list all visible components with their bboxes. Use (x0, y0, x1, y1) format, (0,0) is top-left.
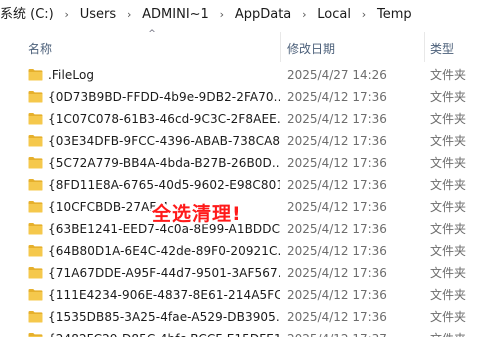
file-type: 文件夹 (430, 222, 467, 236)
folder-icon (28, 266, 43, 279)
folder-icon (28, 156, 43, 169)
file-row[interactable]: {5C72A779-BB4A-4bda-B27B-26B0D... 2025/4/… (0, 152, 486, 174)
column-header-name[interactable]: 名称 (28, 40, 280, 62)
chevron-right-icon[interactable]: › (60, 0, 74, 30)
file-name: {03E34DFB-9FCC-4396-ABAB-738CA8... (48, 134, 280, 148)
file-name: {64B80D1A-6E4C-42de-89F0-20921C... (48, 244, 280, 258)
column-header-modified[interactable]: 修改日期 (287, 40, 423, 62)
file-row[interactable]: {8FD11E8A-6765-40d5-9602-E98C801... 2025/… (0, 174, 486, 196)
file-type: 文件夹 (430, 178, 467, 192)
file-row[interactable]: {111E4234-906E-4837-8E61-214A5FC... 2025/… (0, 284, 486, 306)
file-modified-date: 2025/4/27 14:26 (287, 68, 387, 82)
column-header-bar: ^ 名称 修改日期 类型 (0, 30, 486, 62)
folder-icon (28, 244, 43, 257)
file-name: {2482FC29-D85C-4bfc-BCCF-E15DFE1... (48, 328, 280, 337)
file-row[interactable]: .FileLog 2025/4/27 14:26 文件夹 (0, 64, 486, 86)
annotation-overlay-text: 全选清理! (152, 203, 242, 225)
breadcrumb-item-users[interactable]: Users (74, 0, 122, 30)
file-type: 文件夹 (430, 68, 467, 82)
file-row[interactable]: {03E34DFB-9FCC-4396-ABAB-738CA8... 2025/4… (0, 130, 486, 152)
file-list: .FileLog 2025/4/27 14:26 文件夹 {0D73B9BD-FFDD… (0, 64, 486, 337)
file-row[interactable]: {63BE1241-EED7-4c0a-8E99-A1BDDC... 2025/4… (0, 218, 486, 240)
file-type: 文件夹 (430, 244, 467, 258)
file-row[interactable]: {2482FC29-D85C-4bfc-BCCF-E15DFE1... 2025/… (0, 328, 486, 337)
file-name: {0D73B9BD-FFDD-4b9e-9DB2-2FA70... (48, 90, 280, 104)
file-row[interactable]: {64B80D1A-6E4C-42de-89F0-20921C... 2025/4… (0, 240, 486, 262)
chevron-right-icon[interactable]: › (122, 0, 136, 30)
column-divider[interactable] (424, 32, 425, 62)
column-header-type[interactable]: 类型 (430, 40, 486, 62)
file-row[interactable]: {10CFCBDB-27AF-4... 2025/4/12 17:36 文件夹 (0, 196, 486, 218)
file-modified-date: 2025/4/12 17:36 (287, 156, 387, 170)
file-type: 文件夹 (430, 134, 467, 148)
breadcrumb: 系统 (C:) › Users › ADMINI~1 › AppData › L… (0, 0, 486, 31)
file-type: 文件夹 (430, 328, 486, 337)
file-row[interactable]: {1535DB85-3A25-4fae-A529-DB3905... 2025/4… (0, 306, 486, 328)
breadcrumb-item-temp[interactable]: Temp (371, 0, 418, 30)
file-type: 文件夹 (430, 200, 467, 214)
file-type: 文件夹 (430, 156, 467, 170)
folder-icon (28, 332, 43, 337)
file-row[interactable]: {0D73B9BD-FFDD-4b9e-9DB2-2FA70... 2025/4/… (0, 86, 486, 108)
breadcrumb-item-appdata[interactable]: AppData (229, 0, 297, 30)
breadcrumb-item-admini[interactable]: ADMINI~1 (136, 0, 215, 30)
file-modified-date: 2025/4/12 17:37 (287, 328, 425, 337)
folder-icon (28, 310, 43, 323)
file-modified-date: 2025/4/12 17:36 (287, 310, 387, 324)
file-type: 文件夹 (430, 266, 467, 280)
file-name: {111E4234-906E-4837-8E61-214A5FC... (48, 288, 280, 302)
file-row[interactable]: {1C07C078-61B3-46cd-9C3C-2F8AEE... 2025/4… (0, 108, 486, 130)
file-modified-date: 2025/4/12 17:36 (287, 178, 387, 192)
file-type: 文件夹 (430, 310, 467, 324)
folder-icon (28, 178, 43, 191)
file-name: {8FD11E8A-6765-40d5-9602-E98C801... (48, 178, 280, 192)
sort-ascending-icon: ^ (148, 29, 156, 39)
folder-icon (28, 112, 43, 125)
folder-icon (28, 134, 43, 147)
file-row[interactable]: {71A67DDE-A95F-44d7-9501-3AF567... 2025/4… (0, 262, 486, 284)
file-name: {5C72A779-BB4A-4bda-B27B-26B0D... (48, 156, 280, 170)
chevron-right-icon[interactable]: › (297, 0, 311, 30)
file-modified-date: 2025/4/12 17:36 (287, 134, 387, 148)
chevron-right-icon[interactable]: › (215, 0, 229, 30)
file-name: {1535DB85-3A25-4fae-A529-DB3905... (48, 310, 280, 324)
folder-icon (28, 200, 43, 213)
file-modified-date: 2025/4/12 17:36 (287, 112, 387, 126)
file-modified-date: 2025/4/12 17:36 (287, 200, 387, 214)
folder-icon (28, 222, 43, 235)
file-name: .FileLog (48, 68, 95, 82)
file-explorer-window: 系统 (C:) › Users › ADMINI~1 › AppData › L… (0, 0, 486, 337)
folder-icon (28, 288, 43, 301)
file-type: 文件夹 (430, 112, 467, 126)
folder-icon (28, 90, 43, 103)
file-modified-date: 2025/4/12 17:36 (287, 244, 387, 258)
folder-icon (28, 68, 43, 81)
breadcrumb-item-local[interactable]: Local (311, 0, 357, 30)
file-modified-date: 2025/4/12 17:36 (287, 288, 387, 302)
file-name: {71A67DDE-A95F-44d7-9501-3AF567... (48, 266, 280, 280)
file-modified-date: 2025/4/12 17:36 (287, 222, 387, 236)
column-divider[interactable] (280, 32, 281, 62)
file-name: {1C07C078-61B3-46cd-9C3C-2F8AEE... (48, 112, 280, 126)
file-type: 文件夹 (430, 90, 467, 104)
file-type: 文件夹 (430, 288, 467, 302)
breadcrumb-item-drive[interactable]: 系统 (C:) (0, 0, 60, 30)
file-modified-date: 2025/4/12 17:36 (287, 266, 387, 280)
file-modified-date: 2025/4/12 17:36 (287, 90, 387, 104)
chevron-right-icon[interactable]: › (357, 0, 371, 30)
